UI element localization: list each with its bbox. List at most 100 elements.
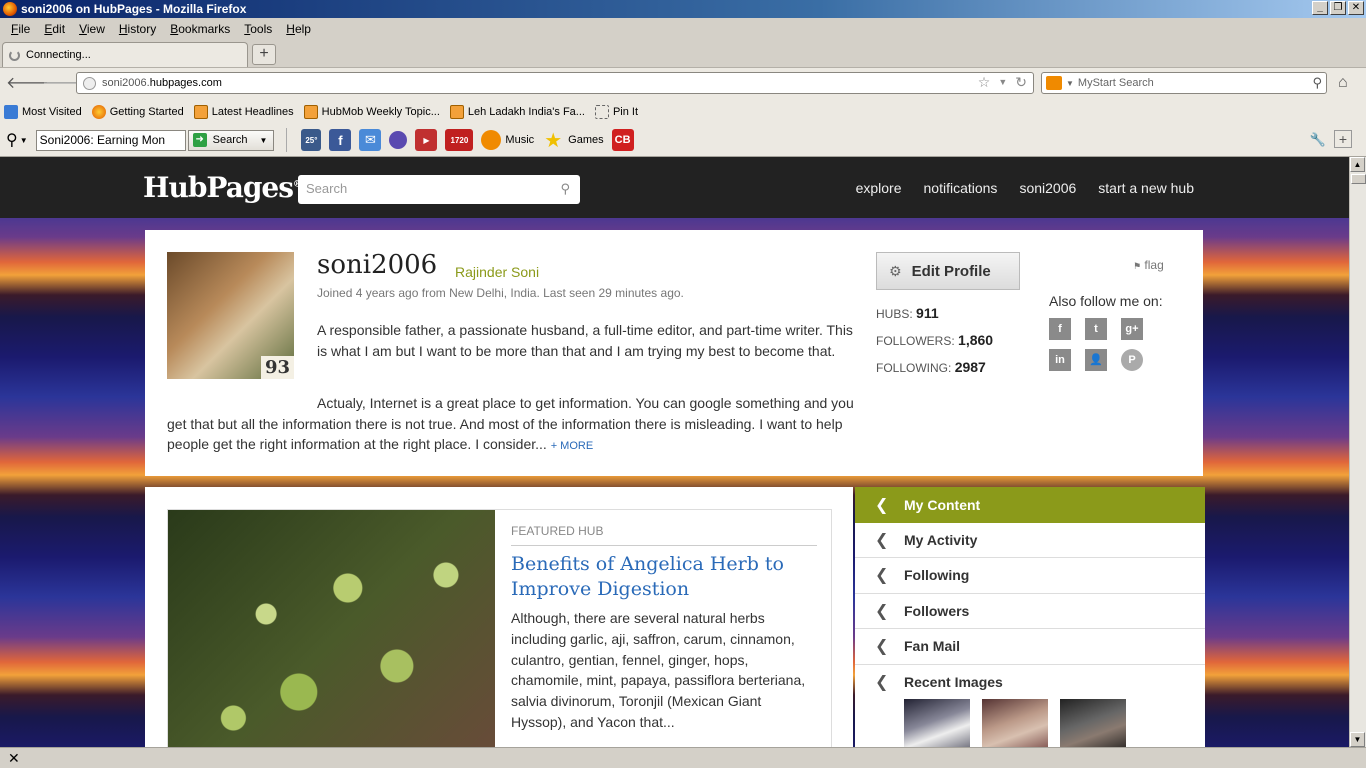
tab-strip: Connecting... + [0, 40, 1366, 67]
bookmark-pin-it[interactable]: Pin It [594, 104, 638, 119]
profile-side-menu: ❮ My Content ❮ My Activity ❮ Following ❮ Fol… [855, 487, 1205, 747]
bookmark-latest-headlines[interactable]: Latest Headlines [193, 104, 294, 119]
menu-fan-mail[interactable]: ❮ Fan Mail [855, 629, 1205, 665]
menu-help[interactable]: Help [279, 22, 318, 36]
toolbar-search-input[interactable]: Soni2006: Earning Mon [35, 129, 186, 151]
flag-link[interactable]: ⚑ flag [1133, 258, 1164, 272]
engine-dropdown-icon[interactable]: ▼ [1066, 79, 1074, 88]
tab-label: Connecting... [26, 49, 91, 61]
featured-hub-title[interactable]: Benefits of Angelica Herb to Improve Dig… [511, 552, 811, 602]
page-scrollbar[interactable]: ▲ ▼ [1349, 157, 1366, 747]
dropdown-arrow-icon[interactable]: ▼ [998, 74, 1007, 91]
social-links: f t g+ in 👤 P [1049, 318, 1143, 371]
add-toolbar-icon[interactable]: + [1334, 130, 1352, 148]
recent-image-thumb[interactable] [904, 699, 970, 747]
search-icon[interactable]: ⚲ [1312, 75, 1322, 91]
featured-hub-description: Although, there are several natural herb… [511, 610, 806, 730]
games-star-icon[interactable]: ★ [542, 129, 564, 152]
navigation-bar: 🡐 🡒 soni2006. hubpages.com ☆ ▼ ↻ ▼ MyStar… [0, 67, 1366, 99]
firefox-icon [91, 104, 106, 119]
forward-button[interactable]: 🡒 [42, 74, 85, 94]
web-search-placeholder: MyStart Search [1077, 77, 1154, 89]
hubpages-logo[interactable]: HubPages® [143, 171, 302, 204]
menu-view[interactable]: View [72, 22, 112, 36]
chevron-left-icon: ❮ [875, 602, 889, 620]
close-findbar-icon[interactable]: ✕ [8, 750, 20, 766]
featured-hub: FEATURED HUB Benefits of Angelica Herb t… [167, 509, 832, 747]
menu-following[interactable]: ❮ Following [855, 558, 1205, 594]
cb-icon[interactable]: CB [611, 129, 634, 151]
web-search-bar[interactable]: ▼ MyStart Search ⚲ [1041, 72, 1327, 94]
stat-hubs[interactable]: HUBS: 911 [876, 300, 993, 327]
more-link[interactable]: + MORE [551, 440, 593, 452]
menu-edit[interactable]: Edit [37, 22, 72, 36]
google-plus-icon[interactable]: g+ [1121, 318, 1143, 340]
scroll-thumb[interactable] [1351, 174, 1366, 184]
twitter-icon[interactable]: t [1085, 318, 1107, 340]
facebook-icon[interactable]: f [1049, 318, 1071, 340]
reload-icon[interactable]: ↻ [1015, 74, 1027, 91]
mail-icon[interactable]: ✉ [359, 129, 382, 151]
hubpages-nav: explore notifications soni2006 start a n… [856, 180, 1194, 196]
search-icon[interactable]: ⚲ [6, 130, 18, 150]
addon-toolbar: ⚲ ▼ Soni2006: Earning Mon ➜ Search ▼ 25° … [0, 124, 1366, 157]
menu-my-content[interactable]: ❮ My Content [855, 487, 1205, 523]
wrench-icon[interactable]: 🔧 [1310, 132, 1326, 148]
stat-followers[interactable]: FOLLOWERS: 1,860 [876, 327, 993, 354]
games-label[interactable]: Games [568, 134, 603, 146]
news-icon[interactable]: 1720 [445, 129, 474, 151]
window-title: soni2006 on HubPages - Mozilla Firefox [21, 2, 247, 16]
menu-my-activity[interactable]: ❮ My Activity [855, 523, 1205, 558]
avatar[interactable]: 93 [167, 252, 294, 379]
restore-button[interactable]: ❐ [1330, 1, 1346, 15]
scroll-down-icon[interactable]: ▼ [1350, 732, 1365, 747]
firefox-icon [3, 2, 17, 16]
nav-notifications[interactable]: notifications [924, 180, 998, 196]
menu-tools[interactable]: Tools [237, 22, 279, 36]
stat-following[interactable]: FOLLOWING: 2987 [876, 354, 993, 381]
recent-image-thumb[interactable] [1060, 699, 1126, 747]
dropdown-arrow-icon: ▼ [259, 135, 268, 145]
play-vids-icon[interactable]: ▶ [415, 129, 438, 151]
bookmark-getting-started[interactable]: Getting Started [91, 104, 184, 119]
search-icon[interactable]: ⚲ [560, 181, 570, 197]
gear-icon: ⚙ [889, 262, 902, 279]
back-button[interactable]: 🡐 [6, 74, 49, 94]
facebook-icon[interactable]: f [329, 129, 352, 151]
linkedin-icon[interactable]: in [1049, 349, 1071, 371]
swirl-icon[interactable] [389, 131, 408, 149]
window-titlebar: soni2006 on HubPages - Mozilla Firefox _… [0, 0, 1366, 18]
menu-recent-images[interactable]: ❮ Recent Images [855, 665, 1205, 701]
recent-image-thumb[interactable] [982, 699, 1048, 747]
featured-hub-image[interactable] [168, 510, 495, 747]
menu-history[interactable]: History [112, 22, 163, 36]
weather-icon[interactable]: 25° [301, 129, 322, 151]
home-icon[interactable]: ⌂ [1338, 74, 1348, 92]
toolbar-search-button[interactable]: ➜ Search ▼ [187, 129, 275, 151]
bookmark-most-visited[interactable]: Most Visited [4, 104, 82, 119]
menu-bookmarks[interactable]: Bookmarks [163, 22, 237, 36]
bookmark-leh-ladakh[interactable]: Leh Ladakh India's Fa... [449, 104, 585, 119]
edit-profile-button[interactable]: ⚙ Edit Profile [876, 252, 1020, 290]
menu-file[interactable]: File [4, 22, 37, 36]
nav-username[interactable]: soni2006 [1019, 180, 1076, 196]
music-label[interactable]: Music [505, 134, 534, 146]
tab-active[interactable]: Connecting... [2, 42, 248, 67]
scroll-up-icon[interactable]: ▲ [1350, 157, 1365, 172]
music-icon[interactable] [481, 130, 502, 150]
profile-person-icon[interactable]: 👤 [1085, 349, 1107, 371]
pinterest-icon[interactable]: P [1121, 349, 1143, 371]
close-button[interactable]: ✕ [1348, 1, 1364, 15]
bookmark-star-icon[interactable]: ☆ [978, 74, 991, 91]
url-bar[interactable]: soni2006. hubpages.com ☆ ▼ ↻ [76, 72, 1034, 94]
menu-followers[interactable]: ❮ Followers [855, 594, 1205, 629]
hubpages-search-input[interactable]: Search ⚲ [298, 175, 580, 204]
search-engine-icon[interactable] [1046, 76, 1062, 90]
nav-explore[interactable]: explore [856, 180, 902, 196]
hubpages-header: HubPages® Search ⚲ explore notifications… [0, 157, 1349, 218]
nav-start-new-hub[interactable]: start a new hub [1098, 180, 1194, 196]
minimize-button[interactable]: _ [1312, 1, 1328, 15]
new-tab-button[interactable]: + [252, 44, 276, 65]
search-dropdown-icon[interactable]: ▼ [20, 136, 28, 145]
bookmark-hubmob[interactable]: HubMob Weekly Topic... [303, 104, 440, 119]
